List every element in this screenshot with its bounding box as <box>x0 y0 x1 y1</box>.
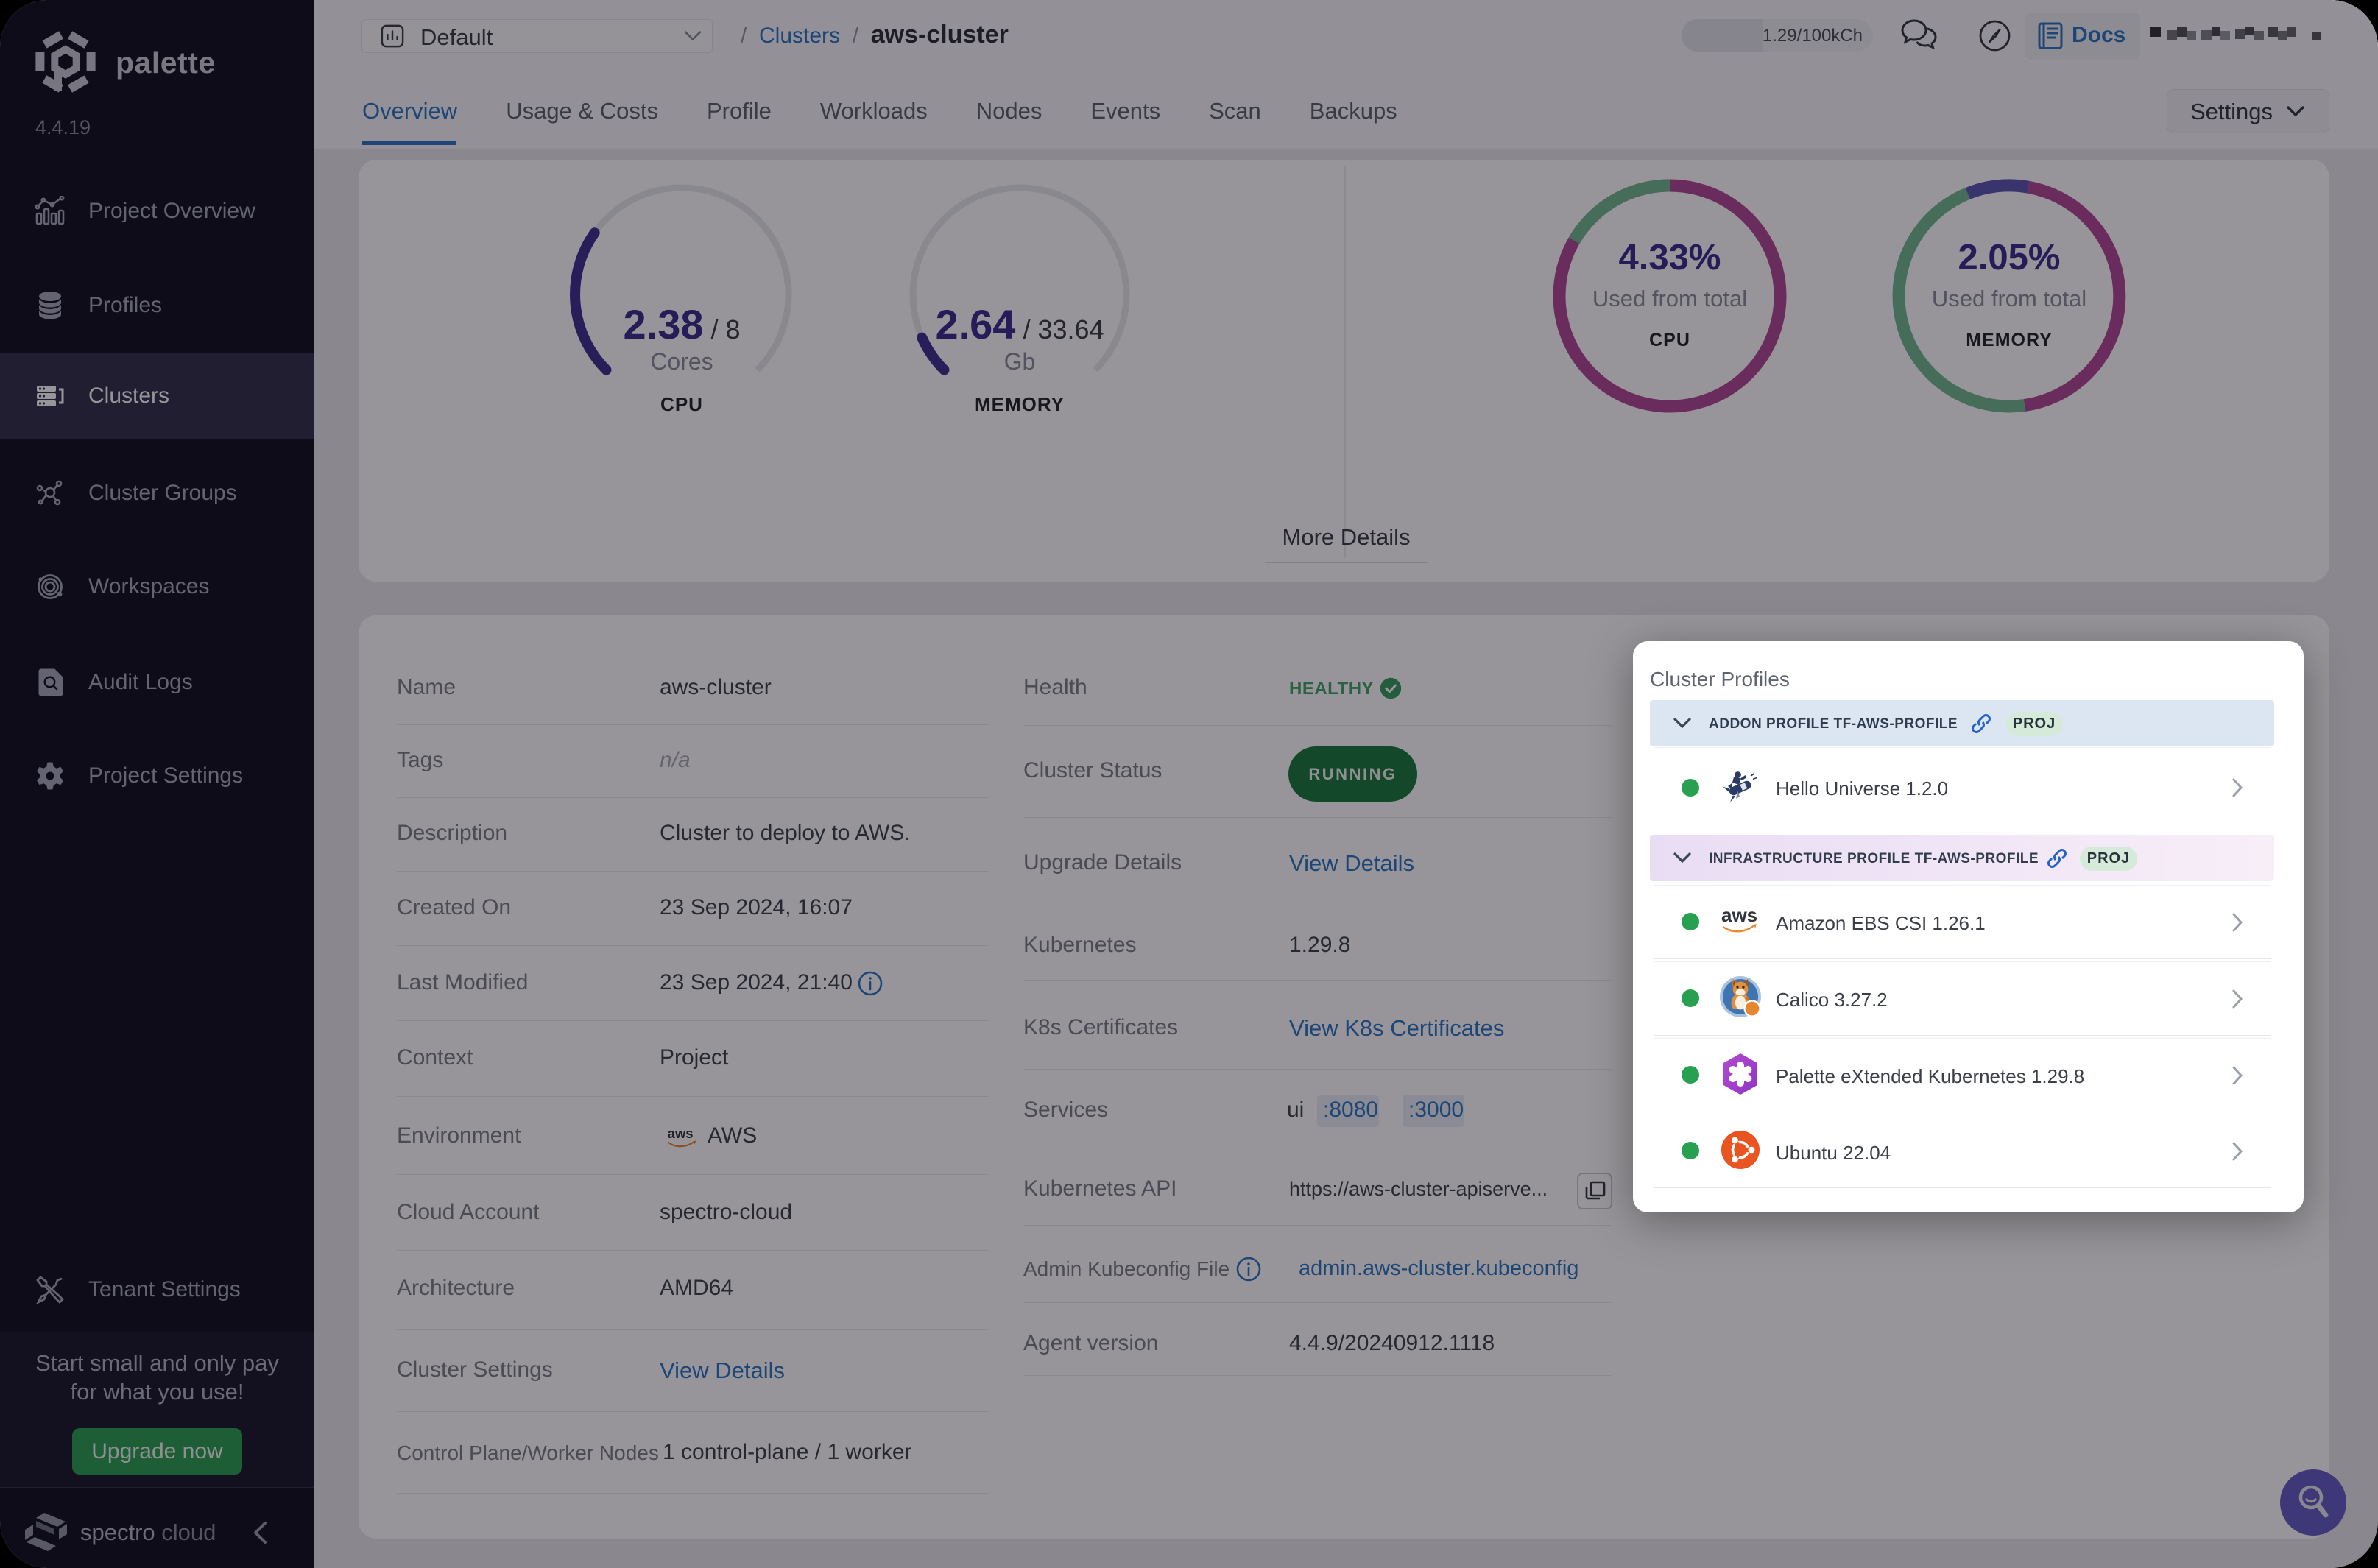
svg-text:aws: aws <box>1721 905 1757 926</box>
